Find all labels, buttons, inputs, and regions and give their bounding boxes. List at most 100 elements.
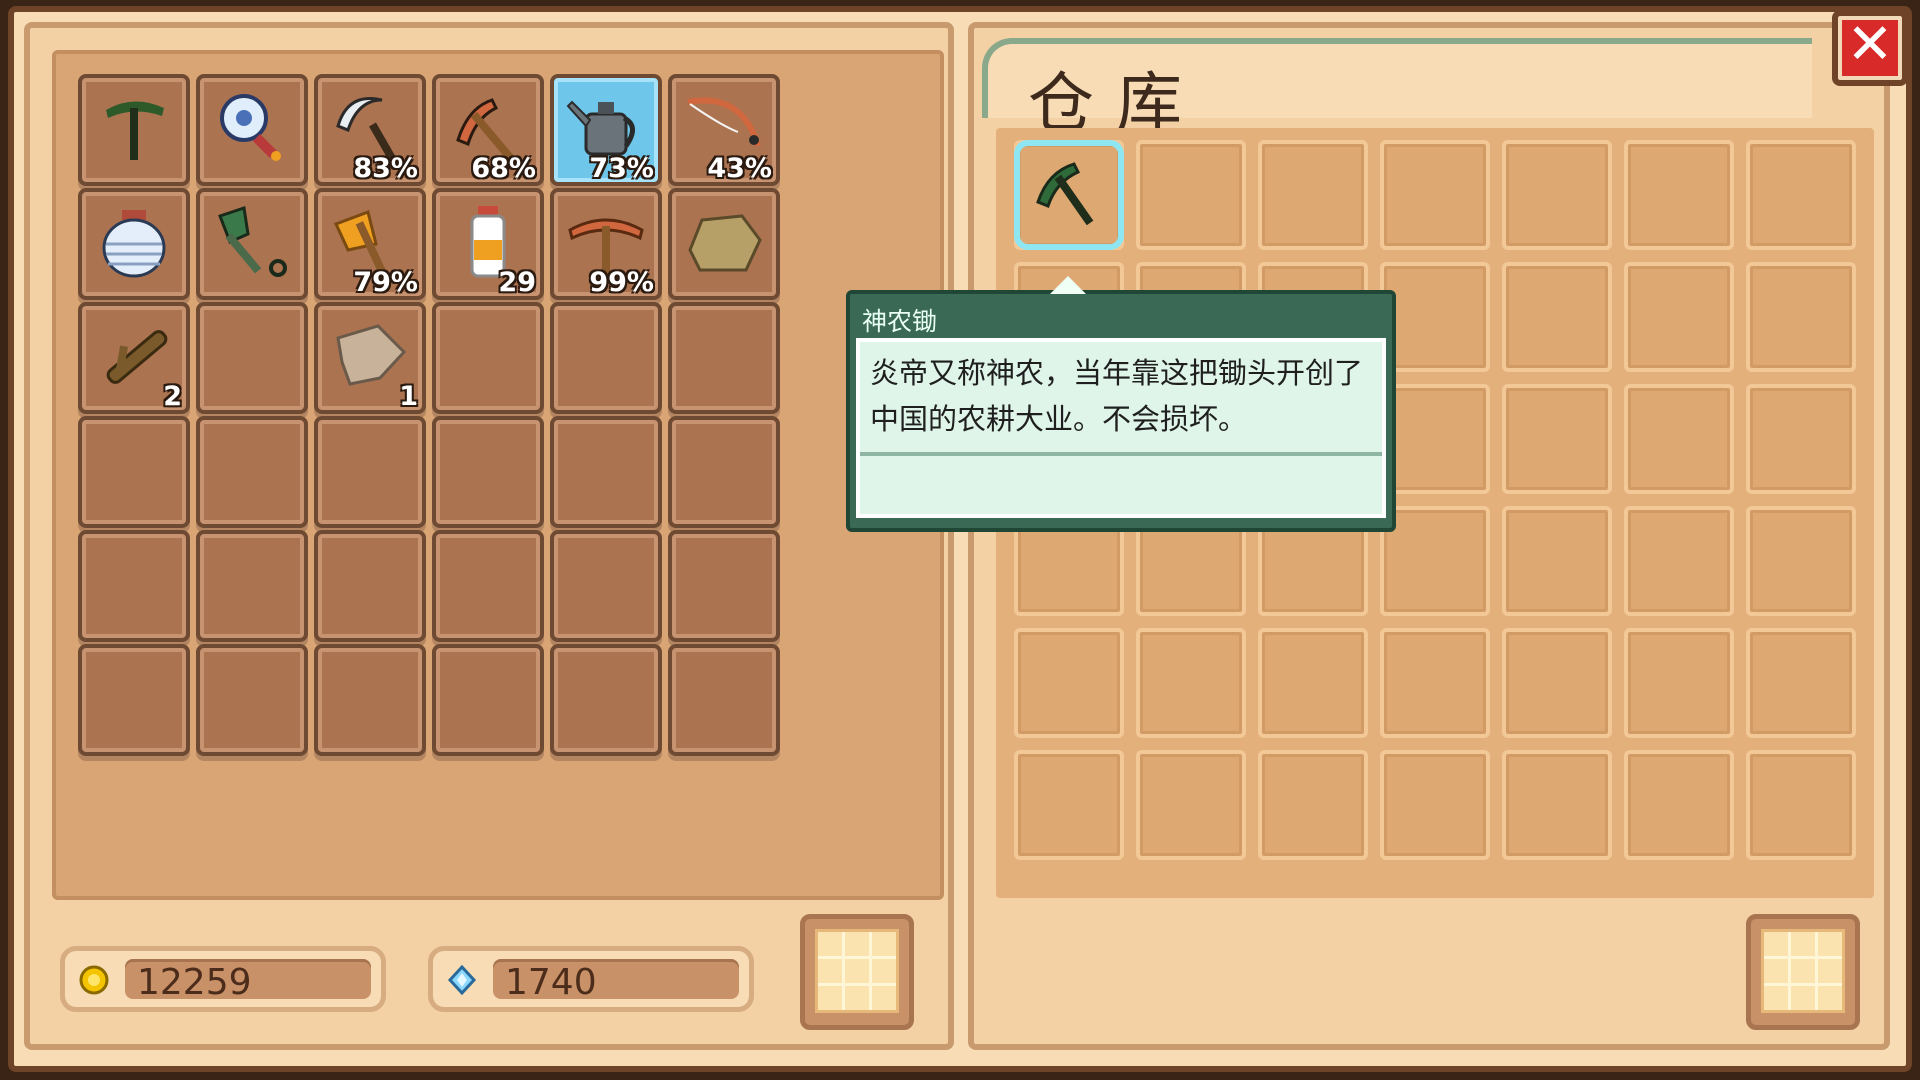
warehouse-slot-3[interactable] — [1258, 140, 1368, 250]
tooltip-description: 炎帝又称神农，当年靠这把锄头开创了中国的农耕大业。不会损坏。 — [870, 356, 1364, 436]
inventory-slot-27[interactable] — [314, 530, 426, 642]
diamond-gem-icon — [447, 965, 477, 995]
warehouse-slot-42[interactable] — [1746, 750, 1856, 860]
warehouse-slot-26[interactable] — [1502, 506, 1612, 616]
inventory-slot-16[interactable] — [432, 302, 544, 414]
inventory-slot-29[interactable] — [550, 530, 662, 642]
inventory-slot-7[interactable] — [78, 188, 190, 300]
warehouse-slot-29[interactable] — [1014, 628, 1124, 738]
tooltip-divider — [860, 452, 1382, 456]
inventory-slot-18[interactable] — [668, 302, 780, 414]
warehouse-slot-2[interactable] — [1136, 140, 1246, 250]
inventory-slot-33[interactable] — [314, 644, 426, 756]
inventory-slot-15[interactable]: 1 — [314, 302, 426, 414]
grid-sort-icon — [815, 929, 899, 1013]
stone-icon — [688, 214, 762, 272]
warehouse-slot-20[interactable] — [1624, 384, 1734, 494]
gold-field: 12259 — [125, 959, 371, 1003]
inventory-slot-23[interactable] — [550, 416, 662, 528]
warehouse-slot-4[interactable] — [1380, 140, 1490, 250]
warehouse-slot-18[interactable] — [1380, 384, 1490, 494]
warehouse-slot-14[interactable] — [1746, 262, 1856, 372]
warehouse-slot-41[interactable] — [1624, 750, 1734, 860]
item-tooltip: 神农锄 炎帝又称神农，当年靠这把锄头开创了中国的农耕大业。不会损坏。 — [846, 276, 1396, 532]
gold-coin-icon — [79, 965, 109, 995]
inventory-slot-36[interactable] — [668, 644, 780, 756]
inventory-slot-9[interactable]: 79% — [314, 188, 426, 300]
durability-badge: 68% — [471, 153, 536, 184]
inventory-slot-32[interactable] — [196, 644, 308, 756]
inventory-slot-8[interactable] — [196, 188, 308, 300]
warehouse-slot-27[interactable] — [1624, 506, 1734, 616]
inventory-slot-34[interactable] — [432, 644, 544, 756]
inventory-slot-1[interactable] — [78, 74, 190, 186]
inventory-sort-button[interactable] — [800, 914, 914, 1030]
inventory-slot-19[interactable] — [78, 416, 190, 528]
selection-cursor — [1014, 140, 1124, 250]
close-button[interactable]: ✕ — [1832, 10, 1908, 86]
warehouse-slot-38[interactable] — [1258, 750, 1368, 860]
inventory-slot-14[interactable] — [196, 302, 308, 414]
gold-counter: 12259 — [60, 946, 386, 1012]
warehouse-panel: 仓库 — [968, 22, 1890, 1050]
inventory-slot-28[interactable] — [432, 530, 544, 642]
magnifier-gem-icon — [220, 94, 281, 161]
inventory-slot-26[interactable] — [196, 530, 308, 642]
gem-field: 1740 — [493, 959, 739, 1003]
inventory-slot-35[interactable] — [550, 644, 662, 756]
inventory-grid: 83% 68% 73% 43% 79% 29 99% 2 1 — [52, 50, 944, 900]
warehouse-slot-19[interactable] — [1502, 384, 1612, 494]
inventory-panel: 83% 68% 73% 43% 79% 29 99% 2 1 12259 174… — [24, 22, 954, 1050]
inventory-slot-4[interactable]: 68% — [432, 74, 544, 186]
durability-badge: 83% — [353, 153, 418, 184]
inventory-slot-24[interactable] — [668, 416, 780, 528]
warehouse-title-tab: 仓库 — [982, 38, 1812, 142]
warehouse-slot-28[interactable] — [1746, 506, 1856, 616]
inventory-slot-30[interactable] — [668, 530, 780, 642]
shennong-hoe-icon — [106, 101, 164, 160]
warehouse-slot-13[interactable] — [1624, 262, 1734, 372]
inventory-slot-2[interactable] — [196, 74, 308, 186]
warehouse-slot-37[interactable] — [1136, 750, 1246, 860]
quantity-badge: 29 — [498, 267, 536, 298]
inventory-slot-12[interactable] — [668, 188, 780, 300]
inventory-slot-6[interactable]: 43% — [668, 74, 780, 186]
gem-counter: 1740 — [428, 946, 754, 1012]
inventory-slot-21[interactable] — [314, 416, 426, 528]
warehouse-slot-32[interactable] — [1380, 628, 1490, 738]
inventory-slot-22[interactable] — [432, 416, 544, 528]
shovel-icon — [218, 206, 287, 277]
warehouse-slot-34[interactable] — [1624, 628, 1734, 738]
warehouse-slot-30[interactable] — [1136, 628, 1246, 738]
warehouse-sort-button[interactable] — [1746, 914, 1860, 1030]
inventory-slot-17[interactable] — [550, 302, 662, 414]
inventory-slot-5-selected[interactable]: 73% — [550, 74, 662, 186]
inventory-slot-20[interactable] — [196, 416, 308, 528]
warehouse-slot-25[interactable] — [1380, 506, 1490, 616]
inventory-slot-25[interactable] — [78, 530, 190, 642]
warehouse-slot-12[interactable] — [1502, 262, 1612, 372]
warehouse-slot-35[interactable] — [1746, 628, 1856, 738]
tooltip-body: 炎帝又称神农，当年靠这把锄头开创了中国的农耕大业。不会损坏。 — [856, 338, 1386, 518]
warehouse-slot-6[interactable] — [1624, 140, 1734, 250]
quantity-badge: 2 — [163, 381, 182, 412]
warehouse-slot-39[interactable] — [1380, 750, 1490, 860]
quantity-badge: 1 — [399, 381, 418, 412]
gem-amount: 1740 — [505, 962, 597, 1003]
warehouse-slot-33[interactable] — [1502, 628, 1612, 738]
inventory-slot-3[interactable]: 83% — [314, 74, 426, 186]
inventory-slot-10[interactable]: 29 — [432, 188, 544, 300]
warehouse-slot-31[interactable] — [1258, 628, 1368, 738]
inventory-slot-11[interactable]: 99% — [550, 188, 662, 300]
gold-amount: 12259 — [137, 962, 252, 1003]
inventory-slot-31[interactable] — [78, 644, 190, 756]
tooltip-item-name: 神农锄 — [862, 307, 938, 336]
warehouse-slot-40[interactable] — [1502, 750, 1612, 860]
durability-badge: 73% — [589, 153, 654, 184]
warehouse-slot-36[interactable] — [1014, 750, 1124, 860]
warehouse-slot-21[interactable] — [1746, 384, 1856, 494]
inventory-slot-13[interactable]: 2 — [78, 302, 190, 414]
warehouse-slot-5[interactable] — [1502, 140, 1612, 250]
warehouse-slot-7[interactable] — [1746, 140, 1856, 250]
warehouse-slot-11[interactable] — [1380, 262, 1490, 372]
